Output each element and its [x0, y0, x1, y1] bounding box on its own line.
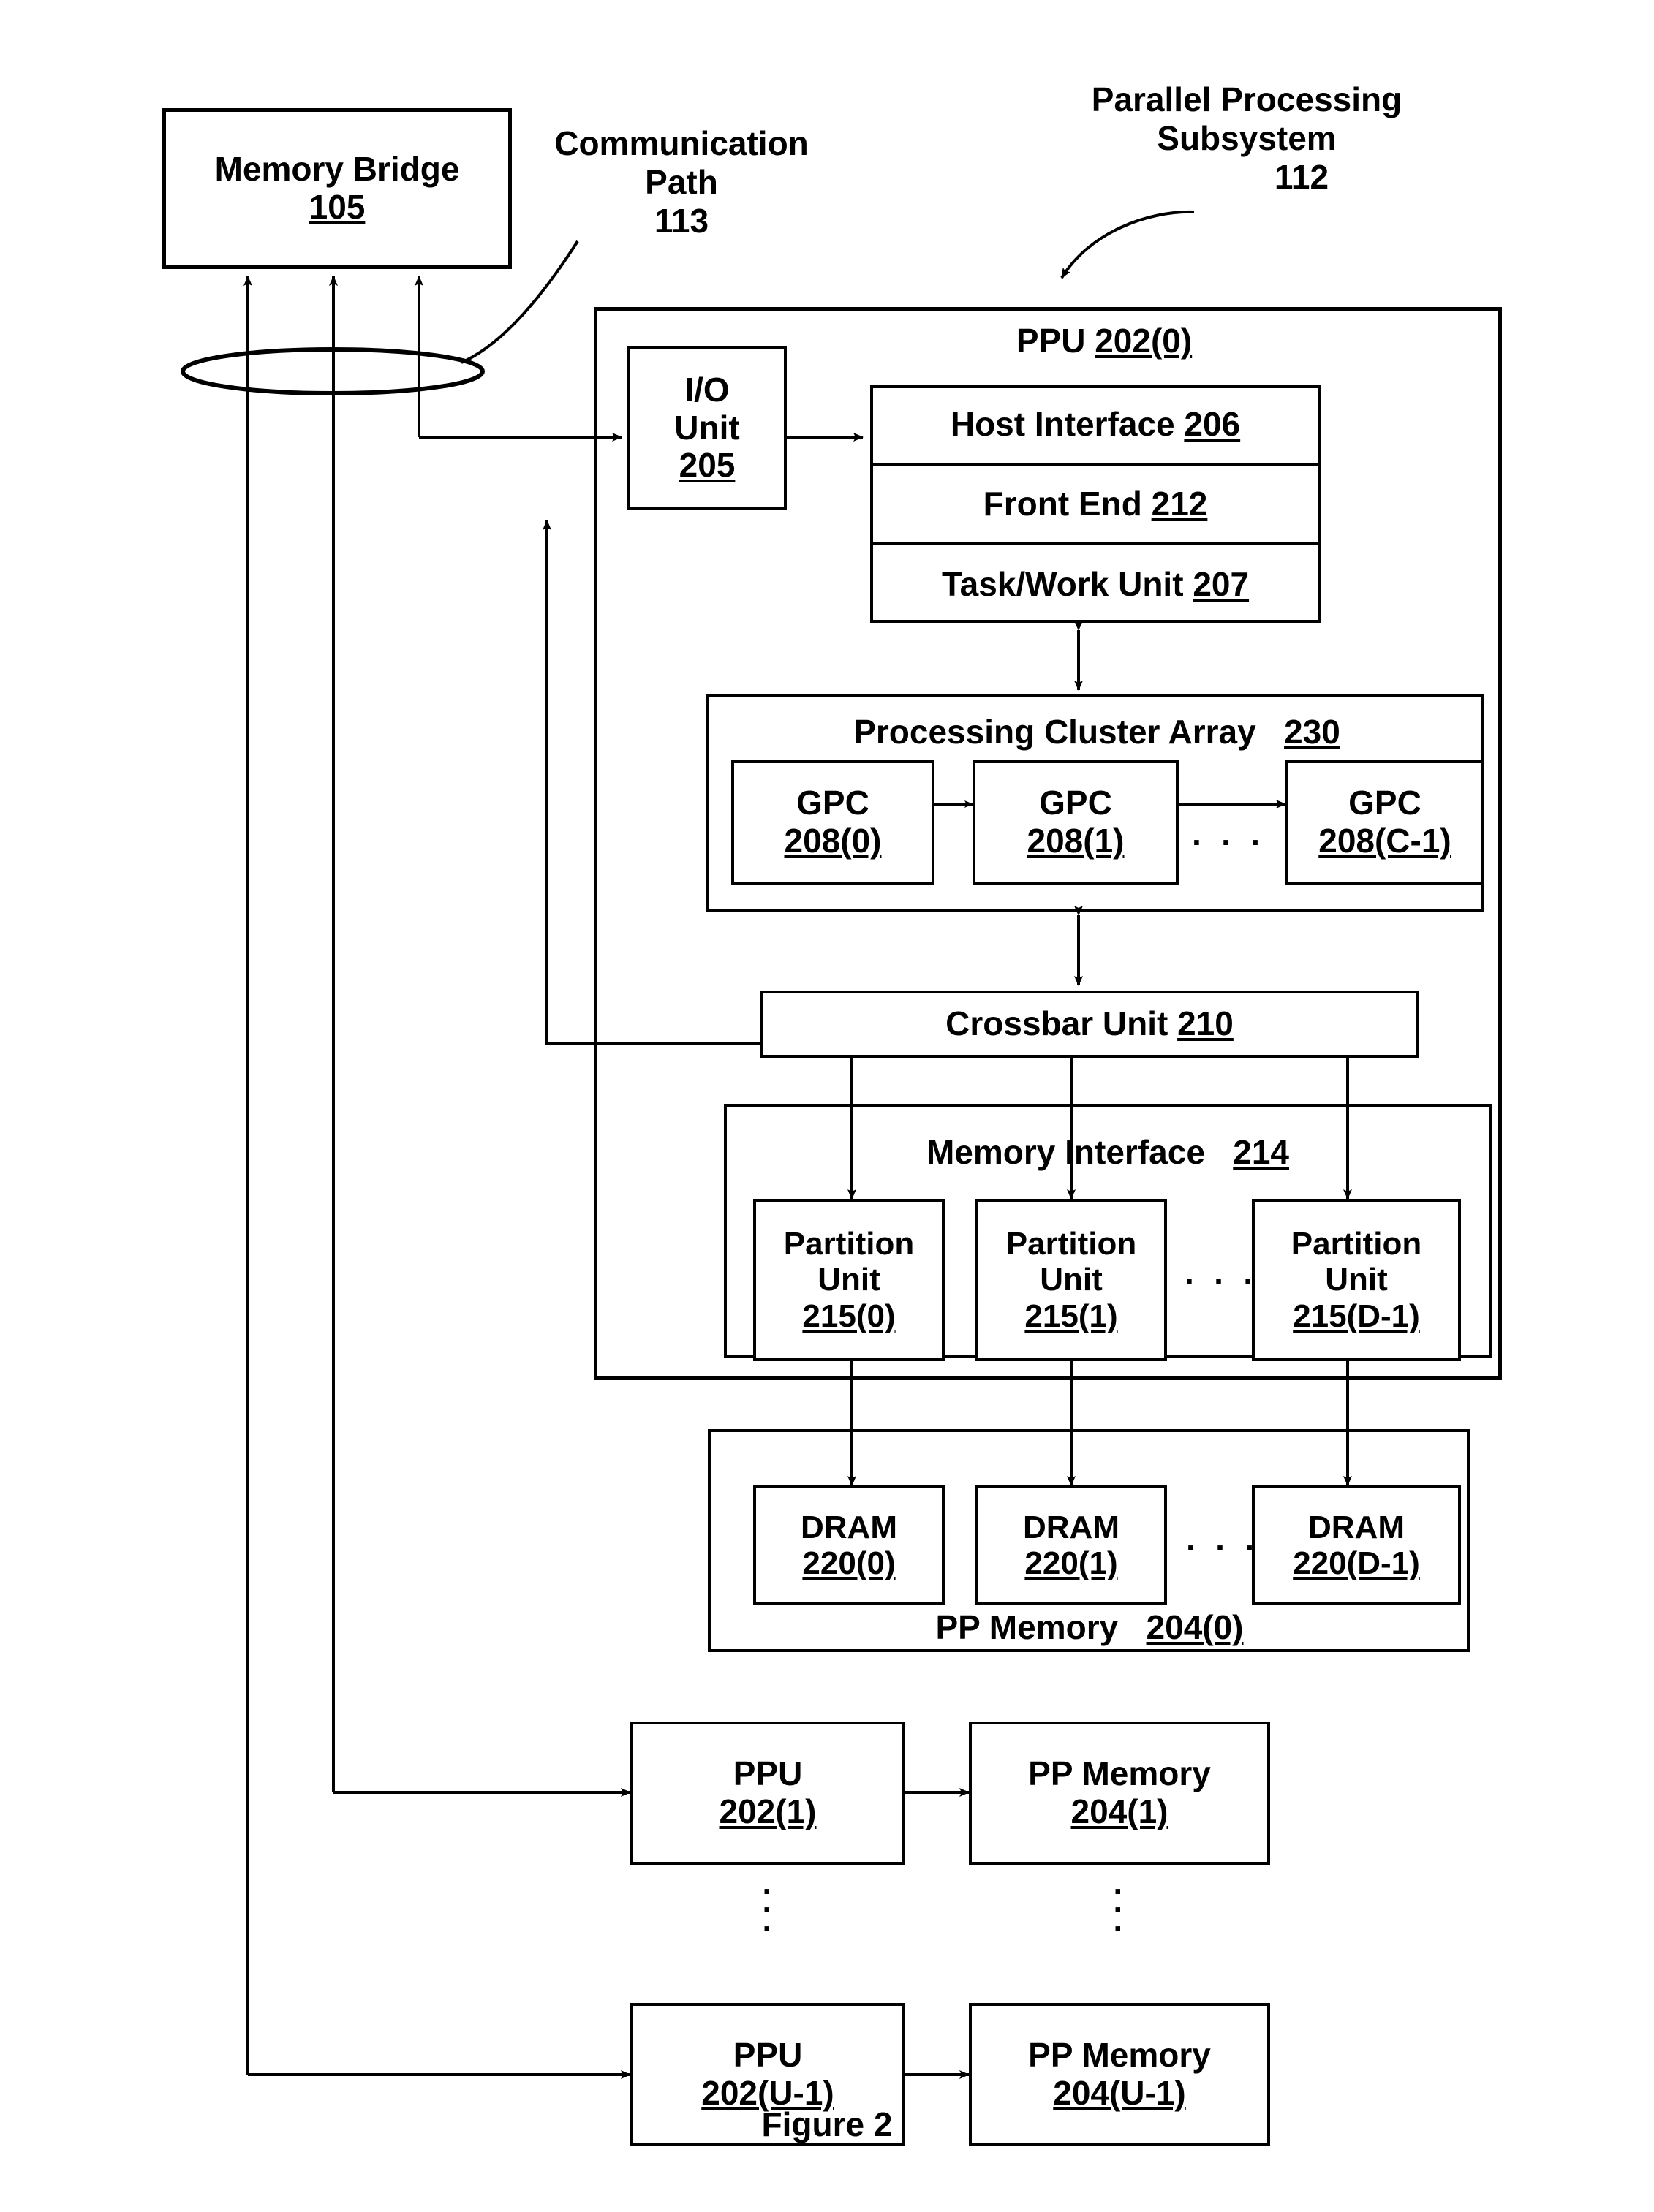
dram-0-box[interactable]: DRAM 220(0) [753, 1485, 945, 1605]
gpc-0-box[interactable]: GPC 208(0) [731, 760, 934, 885]
gpc-1-box[interactable]: GPC 208(1) [973, 760, 1179, 885]
partition-unit-d-1-line1: Partition [1291, 1226, 1422, 1262]
gpc-c-1-title: GPC [1348, 784, 1421, 822]
pp-memory-1-box[interactable]: PP Memory 204(1) [969, 1722, 1270, 1865]
task-work-unit-title: Task/Work Unit [941, 564, 1184, 603]
memory-interface-title-row: Memory Interface 214 [739, 1133, 1477, 1172]
dram-d-1-box[interactable]: DRAM 220(D-1) [1252, 1485, 1461, 1605]
pps-line1: Parallel Processing [1091, 80, 1402, 118]
front-end-ref: 212 [1151, 485, 1208, 523]
communication-path-ref: 113 [654, 201, 709, 240]
partition-unit-0-box[interactable]: Partition Unit 215(0) [753, 1199, 945, 1361]
dram-1-title: DRAM [1023, 1509, 1119, 1545]
pps-line2: Subsystem [1157, 118, 1337, 157]
parallel-processing-subsystem-annotation: Parallel Processing Subsystem 112 [1020, 80, 1473, 197]
pca-ref: 230 [1284, 713, 1340, 751]
figure-caption: Figure 2 [761, 2105, 893, 2143]
dram-d-1-title: DRAM [1308, 1509, 1405, 1545]
partition-unit-1-ref: 215(1) [1024, 1298, 1118, 1334]
communication-path-line1: Communication [554, 124, 809, 162]
crossbar-unit-ref: 210 [1177, 1004, 1234, 1043]
partition-unit-1-line1: Partition [1005, 1226, 1137, 1262]
dram-d-1-ref: 220(D-1) [1293, 1545, 1420, 1581]
partition-unit-0-line2: Unit [817, 1262, 880, 1298]
pp-memory-u-1-ref: 204(U-1) [1053, 2074, 1186, 2112]
task-work-unit-ref: 207 [1193, 564, 1250, 603]
io-unit-box[interactable]: I/O Unit 205 [627, 346, 787, 510]
partition-unit-d-1-ref: 215(D-1) [1293, 1298, 1420, 1334]
pp-memory-u-1-box[interactable]: PP Memory 204(U-1) [969, 2003, 1270, 2146]
front-end-title: Front End [983, 485, 1142, 523]
gpc-c-1-box[interactable]: GPC 208(C-1) [1285, 760, 1484, 885]
partition-unit-0-ref: 215(0) [802, 1298, 896, 1334]
pca-title: Processing Cluster Array [853, 713, 1256, 751]
partition-unit-d-1-box[interactable]: Partition Unit 215(D-1) [1252, 1199, 1461, 1361]
crossbar-unit-title: Crossbar Unit [945, 1004, 1168, 1043]
gpc-0-title: GPC [796, 784, 869, 822]
gpc-ellipsis: · · · [1192, 823, 1266, 861]
ppu-1-ref: 202(1) [719, 1792, 817, 1830]
dram-0-title: DRAM [801, 1509, 897, 1545]
io-unit-line2: Unit [674, 408, 740, 447]
crossbar-unit-box[interactable]: Crossbar Unit 210 [760, 991, 1419, 1058]
pp-memory-0-ref: 204(0) [1146, 1608, 1244, 1646]
ppu-0-title-row: PPU 202(0) [914, 322, 1294, 360]
pp-memory-1-title: PP Memory [1028, 1754, 1211, 1793]
pp-memory-0-title: PP Memory [935, 1608, 1119, 1646]
memory-interface-ref: 214 [1233, 1133, 1289, 1171]
dram-ellipsis: · · · [1186, 1529, 1261, 1567]
dram-0-ref: 220(0) [802, 1545, 896, 1581]
pp-memory-1-ref: 204(1) [1070, 1792, 1168, 1830]
memory-bridge-title: Memory Bridge [214, 150, 460, 189]
communication-path-annotation: Communication Path 113 [528, 124, 835, 240]
ppu-0-ref: 202(0) [1095, 322, 1193, 360]
task-work-unit-row[interactable]: Task/Work Unit 207 [870, 545, 1321, 623]
front-end-row[interactable]: Front End 212 [870, 466, 1321, 545]
dram-1-ref: 220(1) [1024, 1545, 1118, 1581]
partition-unit-1-line2: Unit [1040, 1262, 1103, 1298]
gpc-0-ref: 208(0) [784, 822, 882, 860]
host-interface-ref: 206 [1184, 405, 1241, 443]
memory-interface-title: Memory Interface [926, 1133, 1205, 1171]
memory-bridge-box[interactable]: Memory Bridge 105 [162, 108, 512, 269]
figure-sheet: Communication Path 113 Parallel Processi… [0, 0, 1654, 2212]
memory-bridge-ref: 105 [309, 188, 366, 226]
processing-cluster-array-title-row: Processing Cluster Array 230 [724, 713, 1470, 751]
host-interface-row[interactable]: Host Interface 206 [870, 385, 1321, 466]
partition-unit-d-1-line2: Unit [1325, 1262, 1388, 1298]
pps-ref: 112 [1274, 157, 1329, 196]
ppu-1-title: PPU [733, 1754, 803, 1793]
ppu-1-box[interactable]: PPU 202(1) [630, 1722, 905, 1865]
pp-memory-0-title-row: PP Memory 204(0) [739, 1608, 1440, 1647]
ppu-0-title: PPU [1016, 322, 1086, 360]
io-unit-line1: I/O [684, 371, 730, 409]
host-interface-title: Host Interface [950, 405, 1175, 443]
pp-memory-vertical-ellipsis: · · · [1113, 1872, 1125, 1947]
io-unit-ref: 205 [679, 446, 736, 485]
ppu-vertical-ellipsis: · · · [762, 1872, 774, 1947]
dram-1-box[interactable]: DRAM 220(1) [975, 1485, 1167, 1605]
communication-path-line2: Path [645, 162, 718, 201]
partition-unit-1-box[interactable]: Partition Unit 215(1) [975, 1199, 1167, 1361]
gpc-c-1-ref: 208(C-1) [1318, 822, 1451, 860]
gpc-1-title: GPC [1039, 784, 1112, 822]
partition-unit-ellipsis: · · · [1185, 1262, 1259, 1300]
ppu-u-1-title: PPU [733, 2036, 803, 2075]
partition-unit-0-line1: Partition [783, 1226, 915, 1262]
pp-memory-u-1-title: PP Memory [1028, 2036, 1211, 2075]
gpc-1-ref: 208(1) [1027, 822, 1125, 860]
